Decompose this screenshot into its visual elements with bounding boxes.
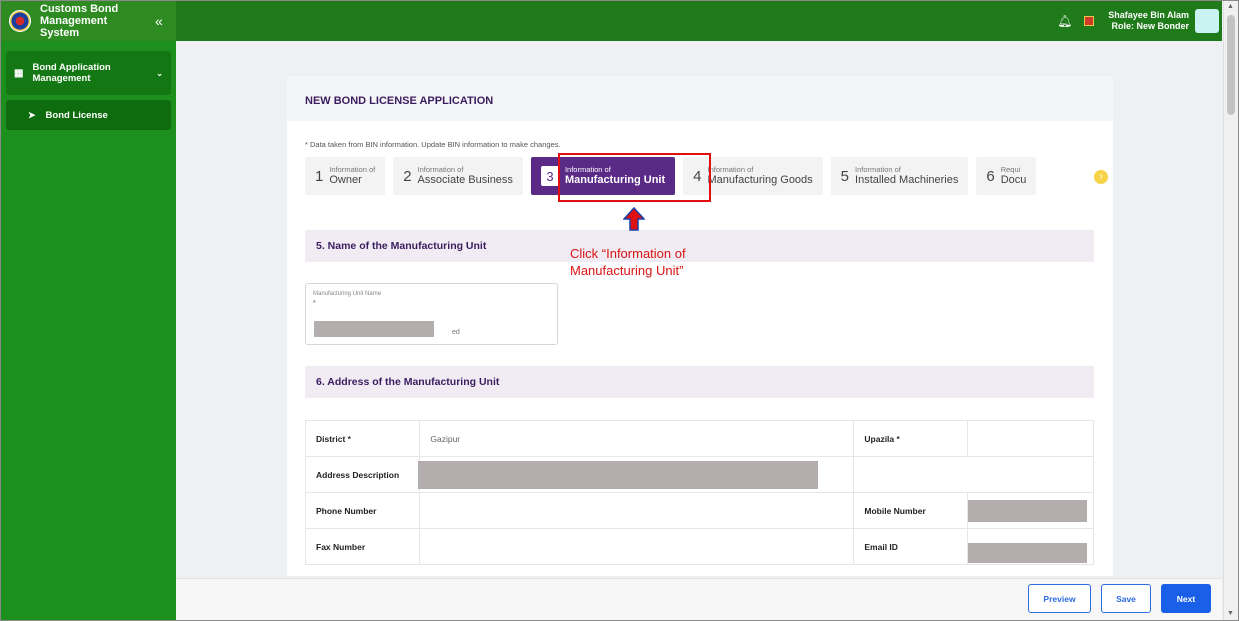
redacted-value bbox=[968, 542, 1087, 563]
table-row: Phone Number Mobile Number bbox=[304, 492, 1094, 529]
step-label: Docu bbox=[1000, 174, 1027, 186]
avatar[interactable] bbox=[1195, 9, 1219, 33]
step-caption: Requi bbox=[1000, 165, 1021, 174]
email-id-label: Email ID bbox=[853, 528, 968, 565]
collapse-sidebar-icon[interactable]: « bbox=[155, 13, 163, 29]
redacted-value bbox=[418, 460, 819, 489]
step-number: 1 bbox=[315, 167, 324, 185]
vertical-scrollbar[interactable]: ▲ ▼ bbox=[1223, 1, 1238, 620]
app-title: Customs Bond Management System bbox=[40, 3, 119, 39]
tab-documents[interactable]: 6 Requi Docu bbox=[976, 157, 1037, 195]
manufacturing-unit-name-field[interactable]: Manufacturing Unit Name * ed bbox=[305, 283, 558, 345]
phone-number-label: Phone Number bbox=[304, 492, 421, 529]
district-value[interactable]: Gazipur bbox=[419, 420, 855, 457]
tab-associate-business[interactable]: 2 Information of Associate Business bbox=[393, 157, 523, 195]
user-info[interactable]: Shafayee Bin Alam Role: New Bonder bbox=[1108, 10, 1189, 32]
fax-number-label: Fax Number bbox=[304, 528, 421, 565]
required-mark: * bbox=[313, 300, 316, 307]
step-label: Associate Business bbox=[417, 174, 513, 186]
upazila-value[interactable] bbox=[967, 420, 1094, 457]
mobile-number-value[interactable] bbox=[967, 492, 1094, 529]
bin-note: * Data taken from BIN information. Updat… bbox=[305, 140, 561, 149]
tab-installed-machineries[interactable]: 5 Information of Installed Machineries bbox=[830, 157, 969, 195]
upazila-label: Upazila * bbox=[853, 420, 968, 457]
empty-cell bbox=[853, 456, 1094, 493]
sidebar-item-label: Bond License bbox=[45, 109, 108, 121]
table-row: District * Gazipur Upazila * bbox=[304, 420, 1094, 457]
sidebar: ▦ Bond Application Management ⌄ ➤ Bond L… bbox=[1, 41, 176, 620]
step-number: 5 bbox=[840, 167, 850, 185]
step-caption: Information of bbox=[417, 165, 464, 174]
chevron-down-icon: ⌄ bbox=[156, 68, 163, 78]
language-flag-icon[interactable] bbox=[1084, 16, 1095, 26]
redacted-value bbox=[314, 321, 434, 337]
section-6-header: 6. Address of the Manufacturing Unit bbox=[305, 366, 1094, 398]
scroll-down-icon[interactable]: ▼ bbox=[1227, 610, 1234, 617]
next-button[interactable]: Next bbox=[1161, 584, 1211, 613]
page-title: NEW BOND LICENSE APPLICATION bbox=[287, 76, 1113, 121]
save-button[interactable]: Save bbox=[1101, 584, 1151, 613]
customs-logo-icon bbox=[9, 10, 31, 32]
step-caption: Information of bbox=[329, 165, 376, 174]
step-caption: Information of bbox=[707, 165, 754, 174]
table-row: Fax Number Email ID bbox=[304, 528, 1094, 565]
sidebar-group-bond-application[interactable]: ▦ Bond Application Management ⌄ bbox=[6, 51, 171, 95]
mobile-number-label: Mobile Number bbox=[853, 492, 968, 529]
annotation-arrow-icon bbox=[623, 207, 645, 231]
annotation-line-2: Manufacturing Unit” bbox=[570, 263, 684, 278]
table-row: Address Description bbox=[304, 456, 1094, 493]
bell-icon[interactable]: 🔔︎ bbox=[1057, 14, 1072, 28]
arrow-right-icon: ➤ bbox=[28, 109, 36, 120]
scroll-up-icon[interactable]: ▲ bbox=[1227, 3, 1234, 10]
brand: Customs Bond Management System « bbox=[1, 1, 176, 41]
sidebar-group-label: Bond Application Management bbox=[32, 62, 111, 84]
annotation-text: Click “Information of Manufacturing Unit… bbox=[570, 245, 686, 279]
highlight-box bbox=[558, 153, 711, 202]
step-number: 2 bbox=[403, 167, 412, 185]
user-name: Shafayee Bin Alam bbox=[1108, 10, 1189, 20]
step-number: 3 bbox=[540, 166, 559, 186]
address-table: District * Gazipur Upazila * Address Des… bbox=[304, 420, 1094, 565]
application-card: NEW BOND LICENSE APPLICATION * Data take… bbox=[287, 76, 1113, 576]
step-label: Owner bbox=[329, 174, 362, 186]
section-5-header: 5. Name of the Manufacturing Unit bbox=[305, 230, 1094, 262]
action-bar: Preview Save Next bbox=[176, 578, 1222, 620]
email-id-value[interactable] bbox=[967, 528, 1094, 565]
field-value-tail: ed bbox=[452, 329, 460, 336]
district-label: District * bbox=[304, 420, 421, 457]
grid-icon: ▦ bbox=[14, 67, 24, 79]
top-bar: Customs Bond Management System « 🔔︎ Shaf… bbox=[1, 1, 1222, 41]
sidebar-item-bond-license[interactable]: ➤ Bond License bbox=[6, 100, 171, 130]
step-caption: Information of bbox=[855, 165, 901, 174]
annotation-line-1: Click “Information of bbox=[570, 246, 686, 261]
topbar-right: 🔔︎ Shafayee Bin Alam Role: New Bonder bbox=[1057, 9, 1219, 33]
preview-button[interactable]: Preview bbox=[1028, 584, 1091, 613]
redacted-value bbox=[968, 499, 1087, 522]
user-role: Role: New Bonder bbox=[1111, 21, 1189, 31]
scroll-steps-right-icon[interactable]: › bbox=[1094, 170, 1108, 184]
step-label: Manufacturing Goods bbox=[707, 174, 813, 186]
step-label: Installed Machineries bbox=[855, 174, 959, 186]
field-label: Manufacturing Unit Name bbox=[313, 291, 382, 297]
phone-number-value[interactable] bbox=[419, 492, 855, 529]
address-description-label: Address Description bbox=[304, 456, 421, 493]
step-number: 6 bbox=[986, 167, 995, 185]
scrollbar-thumb[interactable] bbox=[1227, 15, 1235, 115]
fax-number-value[interactable] bbox=[419, 528, 855, 565]
tab-owner[interactable]: 1 Information of Owner bbox=[305, 157, 386, 195]
address-description-value[interactable] bbox=[418, 456, 855, 493]
